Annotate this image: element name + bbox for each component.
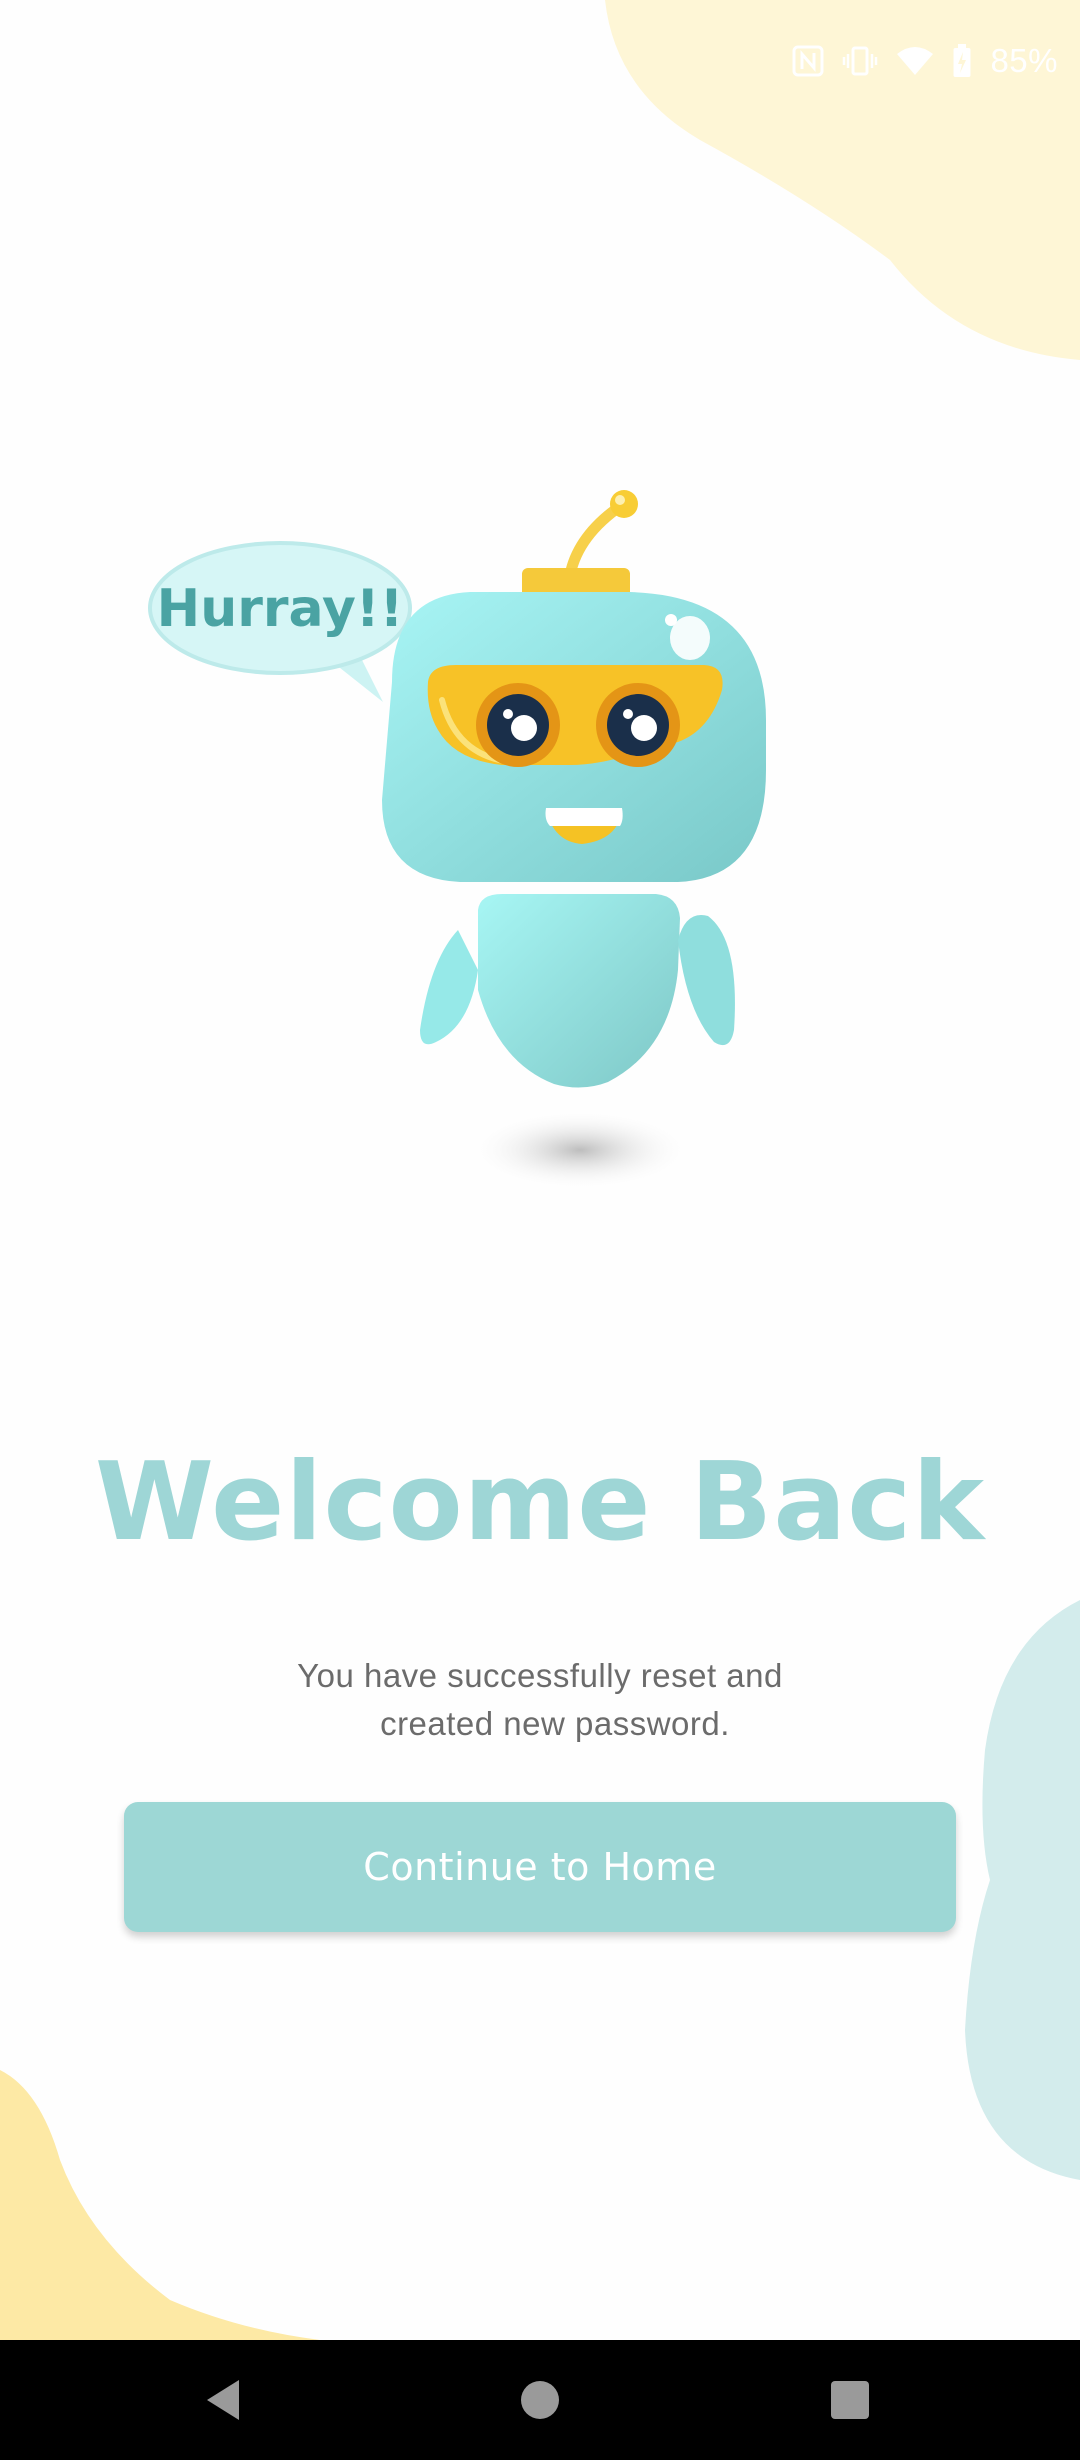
continue-to-home-button[interactable]: Continue to Home [124, 1802, 956, 1932]
welcome-title: Welcome Back [94, 1440, 986, 1565]
robot-mascot-illustration: Hurray!! [148, 490, 766, 1190]
robot-antenna [522, 490, 638, 602]
robot-body [420, 894, 735, 1088]
robot-shadow [470, 1110, 690, 1190]
speech-bubble-text: Hurray!! [157, 579, 404, 639]
status-bar: 85% [0, 0, 1080, 130]
back-icon[interactable] [203, 2378, 243, 2427]
recents-icon[interactable] [829, 2378, 871, 2427]
battery-icon [952, 44, 972, 78]
system-navigation-bar [0, 2340, 1080, 2460]
reset-success-message-line2: created new password. [380, 1705, 730, 1742]
bottom-left-decorative-blob [0, 2070, 320, 2340]
wifi-icon [896, 46, 934, 76]
reset-success-message: You have successfully reset and created … [0, 1652, 1080, 1748]
vibrate-icon [842, 45, 878, 77]
battery-percent: 85% [990, 42, 1058, 79]
home-icon[interactable] [519, 2378, 561, 2427]
nfc-icon [792, 45, 824, 77]
status-icons: 85% [792, 42, 1058, 80]
password-reset-success-screen: 85% Hurray!! Welcome Back You have succe… [0, 0, 1080, 2460]
reset-success-message-line1: You have successfully reset and [297, 1657, 783, 1694]
